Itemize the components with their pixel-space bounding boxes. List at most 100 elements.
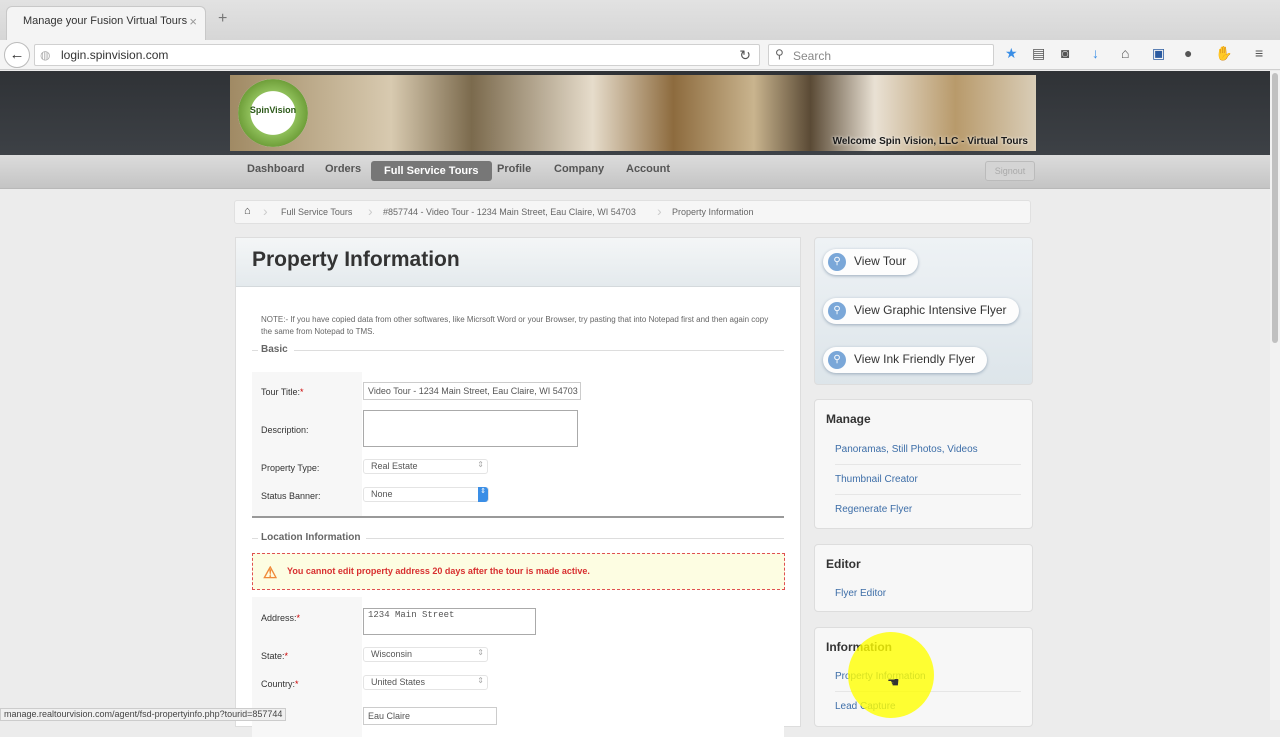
manage-panel: Manage Panoramas, Still Photos, Videos T… bbox=[814, 399, 1033, 529]
location-section-legend: Location Information bbox=[252, 532, 784, 543]
status-bar-url: manage.realtourvision.com/agent/fsd-prop… bbox=[0, 708, 287, 721]
tour-title-label: Tour Title:* bbox=[261, 387, 304, 397]
city-input[interactable]: Eau Claire bbox=[363, 707, 497, 725]
menu-company[interactable]: Company bbox=[554, 163, 604, 175]
page-scrollbar[interactable] bbox=[1270, 71, 1280, 720]
view-ink-flyer-button[interactable]: ⚲ View Ink Friendly Flyer bbox=[823, 347, 988, 373]
search-input[interactable]: ⚲ Search bbox=[768, 44, 994, 66]
property-type-select[interactable]: Real Estate ⇕ bbox=[363, 459, 488, 474]
select-value: Wisconsin bbox=[371, 649, 413, 659]
chevron-updown-icon: ⇕ bbox=[477, 648, 484, 657]
url-bar[interactable]: ◍ login.spinvision.com ↻ bbox=[34, 44, 760, 66]
link-flyer-editor[interactable]: Flyer Editor bbox=[835, 588, 1021, 608]
menu-dashboard[interactable]: Dashboard bbox=[247, 163, 304, 175]
description-textarea[interactable] bbox=[363, 410, 578, 447]
tour-actions-panel: ⚲ View Tour ⚲ View Graphic Intensive Flyer… bbox=[814, 237, 1033, 385]
chat-icon[interactable]: ● bbox=[1184, 45, 1192, 61]
link-thumbnail-creator[interactable]: Thumbnail Creator bbox=[835, 474, 1021, 495]
property-type-label: Property Type: bbox=[261, 463, 320, 473]
scrollbar-thumb[interactable] bbox=[1272, 73, 1278, 343]
menu-profile[interactable]: Profile bbox=[497, 163, 531, 175]
breadcrumb-separator: › bbox=[657, 203, 662, 219]
download-icon[interactable]: ↓ bbox=[1092, 45, 1099, 61]
button-label: View Ink Friendly Flyer bbox=[854, 352, 976, 366]
legend-text: Basic bbox=[258, 344, 294, 355]
button-label: View Tour bbox=[854, 254, 907, 268]
address-textarea[interactable]: 1234 Main Street bbox=[363, 608, 536, 635]
tab-bar: Manage your Fusion Virtual Tours × + bbox=[0, 0, 1280, 40]
page-title: Property Information bbox=[236, 238, 800, 287]
search-icon: ⚲ bbox=[775, 47, 784, 61]
status-banner-label: Status Banner: bbox=[261, 491, 321, 501]
reading-list-icon[interactable]: ▤ bbox=[1032, 45, 1045, 62]
breadcrumb-full-service-tours[interactable]: Full Service Tours bbox=[281, 207, 352, 217]
globe-icon: ◍ bbox=[40, 48, 51, 62]
address-label: Address:* bbox=[261, 613, 301, 623]
magnifier-icon: ⚲ bbox=[828, 253, 846, 271]
label-text: Address: bbox=[261, 613, 297, 623]
chevron-updown-icon: ⇕ bbox=[478, 487, 488, 502]
select-value: None bbox=[371, 489, 393, 499]
home-icon[interactable]: ⌂ bbox=[1121, 45, 1129, 61]
chevron-updown-icon: ⇕ bbox=[477, 460, 484, 469]
address-warning: ⚠ You cannot edit property address 20 day… bbox=[252, 553, 785, 590]
new-tab-icon[interactable]: + bbox=[218, 10, 227, 28]
header-banner-image: SpinVision Welcome Spin Vision, LLC - Vi… bbox=[230, 75, 1036, 151]
reload-icon[interactable]: ↻ bbox=[739, 47, 751, 64]
legend-text: Location Information bbox=[258, 532, 367, 543]
browser-tab[interactable]: Manage your Fusion Virtual Tours × bbox=[6, 6, 206, 40]
hand-icon[interactable]: ✋ bbox=[1215, 45, 1232, 62]
nav-bar: ← ◍ login.spinvision.com ↻ ⚲ Search bbox=[0, 40, 1280, 70]
back-arrow-icon[interactable]: ← bbox=[4, 42, 30, 68]
extension-icon[interactable]: ▣ bbox=[1152, 45, 1165, 62]
editor-panel: Editor Flyer Editor bbox=[814, 544, 1033, 612]
site-header: SpinVision Welcome Spin Vision, LLC - Vi… bbox=[0, 71, 1270, 155]
menu-account[interactable]: Account bbox=[626, 163, 670, 175]
country-select[interactable]: United States ⇕ bbox=[363, 675, 488, 690]
menu-orders[interactable]: Orders bbox=[325, 163, 361, 175]
basic-section-legend: Basic bbox=[252, 344, 784, 355]
menu-full-service-tours[interactable]: Full Service Tours bbox=[371, 161, 492, 181]
tab-title: Manage your Fusion Virtual Tours bbox=[23, 15, 188, 27]
pocket-icon[interactable]: ◙ bbox=[1061, 45, 1069, 61]
tour-title-input[interactable]: Video Tour - 1234 Main Street, Eau Clair… bbox=[363, 382, 581, 400]
search-placeholder: Search bbox=[793, 49, 832, 63]
button-label: View Graphic Intensive Flyer bbox=[854, 303, 1007, 317]
home-icon[interactable]: ⌂ bbox=[244, 205, 251, 217]
welcome-text: Welcome Spin Vision, LLC - Virtual Tours bbox=[832, 136, 1028, 147]
breadcrumb-tour[interactable]: #857744 - Video Tour - 1234 Main Street,… bbox=[383, 207, 636, 217]
label-text: Country: bbox=[261, 679, 296, 689]
magnifier-icon: ⚲ bbox=[828, 302, 846, 320]
note-text: NOTE:- If you have copied data from othe… bbox=[261, 315, 769, 336]
link-regenerate-flyer[interactable]: Regenerate Flyer bbox=[835, 504, 1021, 524]
select-value: Real Estate bbox=[371, 461, 418, 471]
property-info-panel: Property Information NOTE:- If you have … bbox=[235, 237, 801, 737]
magnifier-icon: ⚲ bbox=[828, 351, 846, 369]
hand-cursor-icon: ☚ bbox=[887, 674, 900, 690]
breadcrumb-separator: › bbox=[263, 203, 268, 219]
breadcrumb-separator: › bbox=[368, 203, 373, 219]
status-banner-select[interactable]: None ⇕ bbox=[363, 487, 489, 502]
menu-icon[interactable]: ≡ bbox=[1255, 45, 1263, 61]
label-text: State: bbox=[261, 651, 285, 661]
warning-icon: ⚠ bbox=[263, 565, 278, 582]
chevron-updown-icon: ⇕ bbox=[477, 676, 484, 685]
state-select[interactable]: Wisconsin ⇕ bbox=[363, 647, 488, 662]
label-text: Tour Title: bbox=[261, 387, 301, 397]
editor-title: Editor bbox=[826, 557, 861, 571]
link-panoramas[interactable]: Panoramas, Still Photos, Videos bbox=[835, 444, 1021, 465]
breadcrumb-current: Property Information bbox=[672, 207, 754, 217]
close-tab-icon[interactable]: × bbox=[189, 14, 197, 29]
bookmark-star-icon[interactable]: ★ bbox=[1005, 45, 1018, 62]
divider bbox=[252, 516, 784, 518]
country-label: Country:* bbox=[261, 679, 299, 689]
description-label: Description: bbox=[261, 425, 309, 435]
manage-title: Manage bbox=[826, 412, 871, 426]
select-value: United States bbox=[371, 677, 426, 687]
main-menu: Dashboard Orders Full Service Tours Prof… bbox=[0, 155, 1270, 189]
view-tour-button[interactable]: ⚲ View Tour bbox=[823, 249, 919, 275]
signout-button[interactable]: Signout bbox=[985, 161, 1035, 181]
view-graphic-flyer-button[interactable]: ⚲ View Graphic Intensive Flyer bbox=[823, 298, 1019, 324]
spinvision-logo[interactable]: SpinVision bbox=[238, 79, 308, 147]
warning-text: You cannot edit property address 20 days… bbox=[287, 566, 590, 576]
